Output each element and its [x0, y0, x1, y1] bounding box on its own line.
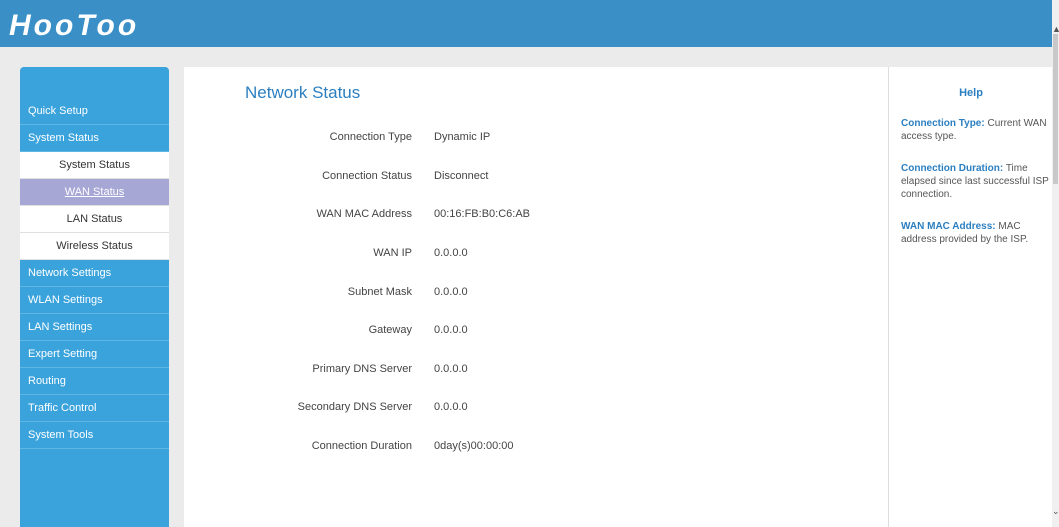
status-value: 0.0.0.0	[434, 363, 468, 375]
status-value: Disconnect	[434, 170, 489, 182]
status-row-wan-mac: WAN MAC Address 00:16:FB:B0:C6:AB	[184, 205, 888, 225]
sidebar-item-routing[interactable]: Routing	[20, 368, 169, 395]
status-row-connection-duration: Connection Duration 0day(s)00:00:00	[184, 437, 888, 457]
sidebar-item-quick-setup[interactable]: Quick Setup	[20, 98, 169, 125]
status-value: 0day(s)00:00:00	[434, 440, 514, 452]
status-value: Dynamic IP	[434, 131, 491, 143]
top-header: HooToo	[0, 0, 1059, 47]
logo-text: HooToo	[9, 9, 139, 41]
help-entry-wan-mac: WAN MAC Address: MAC address provided by…	[901, 220, 1049, 246]
status-label: Secondary DNS Server	[297, 401, 412, 413]
main-panel: Network Status Connection Type Dynamic I…	[184, 67, 888, 527]
status-row-connection-type: Connection Type Dynamic IP	[184, 128, 888, 148]
status-label: Subnet Mask	[347, 286, 412, 298]
status-row-wan-ip: WAN IP 0.0.0.0	[184, 244, 888, 264]
sidebar-item-system-tools[interactable]: System Tools	[20, 422, 169, 449]
status-label: Connection Duration	[311, 440, 412, 452]
status-label: WAN MAC Address	[316, 208, 412, 220]
help-term: Connection Duration:	[901, 163, 1004, 174]
sidebar-subitem-system-status[interactable]: System Status	[20, 152, 169, 179]
page-scrollbar[interactable]: ▲ ⌄	[1052, 0, 1059, 527]
status-row-subnet-mask: Subnet Mask 0.0.0.0	[184, 283, 888, 303]
help-panel: Help Connection Type: Current WAN access…	[888, 67, 1052, 527]
status-value: 0.0.0.0	[434, 286, 468, 298]
page-title: Network Status	[245, 83, 361, 102]
scroll-thumb[interactable]	[1053, 34, 1058, 184]
status-row-secondary-dns: Secondary DNS Server 0.0.0.0	[184, 398, 888, 418]
help-term: WAN MAC Address:	[901, 221, 996, 232]
status-value: 0.0.0.0	[434, 324, 468, 336]
status-value: 0.0.0.0	[434, 401, 468, 413]
scroll-up-icon[interactable]: ▲	[1052, 24, 1059, 34]
help-title: Help	[959, 87, 983, 99]
status-value: 0.0.0.0	[434, 247, 468, 259]
help-term: Connection Type:	[901, 118, 985, 129]
help-entry-connection-type: Connection Type: Current WAN access type…	[901, 117, 1049, 143]
sidebar-subitem-lan-status[interactable]: LAN Status	[20, 206, 169, 233]
status-label: Connection Status	[322, 170, 412, 182]
sidebar-subitem-wireless-status[interactable]: Wireless Status	[20, 233, 169, 260]
sidebar-item-traffic-control[interactable]: Traffic Control	[20, 395, 169, 422]
sidebar-item-system-status[interactable]: System Status	[20, 125, 169, 152]
scroll-down-icon[interactable]: ⌄	[1052, 506, 1059, 516]
sidebar-item-lan-settings[interactable]: LAN Settings	[20, 314, 169, 341]
sidebar-item-expert-setting[interactable]: Expert Setting	[20, 341, 169, 368]
sidebar-subitem-wan-status[interactable]: WAN Status	[20, 179, 169, 206]
status-label: Primary DNS Server	[312, 363, 412, 375]
status-label: Gateway	[368, 324, 412, 336]
status-row-connection-status: Connection Status Disconnect	[184, 167, 888, 187]
sidebar-item-network-settings[interactable]: Network Settings	[20, 260, 169, 287]
status-label: WAN IP	[373, 247, 412, 259]
status-row-primary-dns: Primary DNS Server 0.0.0.0	[184, 360, 888, 380]
help-entry-connection-duration: Connection Duration: Time elapsed since …	[901, 162, 1049, 201]
status-row-gateway: Gateway 0.0.0.0	[184, 321, 888, 341]
status-label: Connection Type	[329, 131, 412, 143]
hootoo-logo: HooToo	[9, 9, 139, 41]
sidebar-item-wlan-settings[interactable]: WLAN Settings	[20, 287, 169, 314]
sidebar-nav: Quick Setup System Status System Status …	[20, 67, 169, 527]
status-value: 00:16:FB:B0:C6:AB	[434, 208, 530, 220]
